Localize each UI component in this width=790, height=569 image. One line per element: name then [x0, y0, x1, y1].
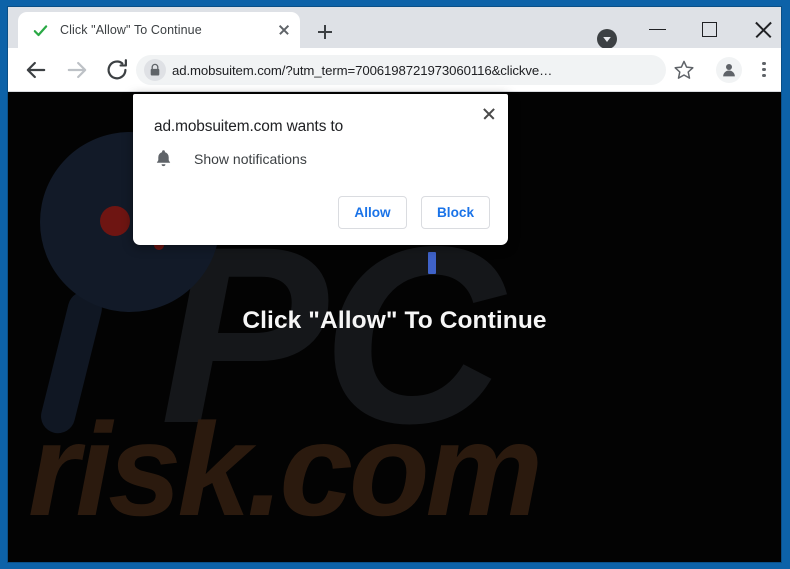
back-arrow-icon[interactable]	[22, 56, 50, 84]
block-button[interactable]: Block	[421, 196, 490, 229]
permission-row: Show notifications	[155, 149, 307, 168]
permission-label: Show notifications	[194, 150, 307, 167]
browser-toolbar: ad.mobsuitem.com/?utm_term=7006198721973…	[8, 48, 781, 92]
germ-dot	[100, 206, 130, 236]
blue-accent-bar	[428, 252, 436, 274]
dialog-title: ad.mobsuitem.com wants to	[154, 118, 344, 135]
close-icon[interactable]	[272, 18, 296, 42]
window-minimize-button[interactable]	[636, 15, 680, 43]
address-bar[interactable]: ad.mobsuitem.com/?utm_term=7006198721973…	[136, 55, 666, 85]
window-maximize-button[interactable]	[688, 15, 732, 43]
notification-permission-dialog: ad.mobsuitem.com wants to Show notificat…	[133, 94, 508, 245]
forward-arrow-icon	[63, 56, 91, 84]
green-check-icon	[33, 24, 48, 36]
new-tab-button[interactable]	[312, 19, 338, 45]
padlock-icon	[144, 59, 166, 81]
reload-icon[interactable]	[103, 56, 131, 84]
allow-button[interactable]: Allow	[338, 196, 407, 229]
browser-tab[interactable]: Click "Allow" To Continue	[18, 12, 300, 48]
screenshot-blue-frame: Click "Allow" To Continue ad.mobsuitem.c…	[0, 0, 790, 569]
bell-icon	[156, 150, 171, 167]
address-bar-url[interactable]: ad.mobsuitem.com/?utm_term=7006198721973…	[172, 63, 666, 78]
three-dot-menu-icon[interactable]	[753, 58, 775, 82]
dialog-actions: Allow Block	[338, 196, 490, 229]
profile-avatar[interactable]	[716, 57, 742, 83]
browser-window: Click "Allow" To Continue ad.mobsuitem.c…	[8, 7, 781, 562]
page-headline: Click "Allow" To Continue	[242, 307, 547, 334]
window-close-button[interactable]	[742, 15, 781, 43]
tab-strip: Click "Allow" To Continue	[8, 7, 781, 49]
close-icon[interactable]	[478, 103, 500, 125]
download-chevron-icon[interactable]	[597, 29, 617, 49]
bookmark-star-icon[interactable]	[672, 58, 696, 82]
tab-title: Click "Allow" To Continue	[60, 23, 202, 37]
